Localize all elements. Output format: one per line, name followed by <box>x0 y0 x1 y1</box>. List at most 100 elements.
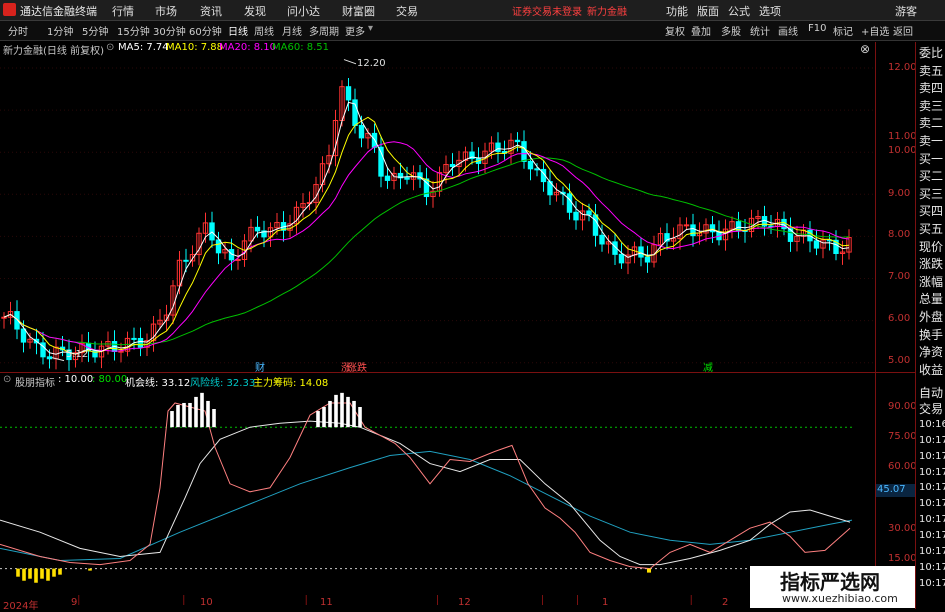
candle-body <box>514 139 521 143</box>
histogram-bar <box>316 411 320 428</box>
candle-body <box>683 224 690 227</box>
low-signal-bar <box>28 568 32 579</box>
candle-body <box>813 240 820 249</box>
panel-item: 买三 <box>919 186 944 201</box>
panel-time-item: 10:17 <box>919 561 945 573</box>
candle-body <box>345 86 352 101</box>
low-signal-bar <box>16 568 20 577</box>
panel-item: 卖二 <box>919 116 944 131</box>
panel-time-item: 10:17 <box>919 450 945 462</box>
panel-item: 换手 <box>919 327 944 342</box>
panel-item: 买一 <box>919 151 944 166</box>
price-tick: 10.00 <box>888 145 917 156</box>
ma10-line <box>3 116 850 355</box>
panel-time-item: 10:17 <box>919 514 945 526</box>
date-label: 2024年 <box>3 601 39 612</box>
date-label: 9 <box>71 597 78 608</box>
low-signal-bar <box>88 568 92 571</box>
indicator-tick: 60.00 <box>888 461 917 472</box>
indicator-settings-icon[interactable]: ⊙ <box>3 374 11 385</box>
indicator-name: 股朋指标 <box>15 378 55 389</box>
price-axis-line <box>875 42 876 372</box>
panel-item: 现价 <box>919 239 944 254</box>
watermark: 指标严选网 www.xuezhibiao.com <box>750 566 915 608</box>
candle-body <box>644 256 651 263</box>
candle-body <box>20 328 27 343</box>
candle-body <box>735 221 742 231</box>
jihui-label: 机会线: 33.12 <box>125 378 191 389</box>
candle-body <box>781 218 787 230</box>
candlestick-series <box>1 77 852 371</box>
signal-line <box>0 402 851 570</box>
panel-time-item: 10:17 <box>919 577 945 589</box>
histogram-bar <box>346 396 350 428</box>
panel-item: 净资 <box>919 345 944 360</box>
panel-item: 买二 <box>919 169 944 184</box>
panel-item: 买五 <box>919 222 944 236</box>
price-tick: 11.00 <box>888 131 917 142</box>
candle-body <box>404 177 410 180</box>
candle-body <box>215 239 222 254</box>
event-marker-cai[interactable]: 财 <box>255 359 265 374</box>
low-signal-bar <box>34 568 38 583</box>
panel-item: 收益 <box>919 362 944 377</box>
candle-body <box>137 337 144 348</box>
histogram-bar <box>334 394 338 428</box>
chart-canvas[interactable] <box>0 0 915 609</box>
event-marker-zhangdie[interactable]: 涨跌 <box>347 359 367 374</box>
indicator-tick: 75.00 <box>888 431 917 442</box>
high-marker-line <box>343 59 357 65</box>
high-price-label: 12.20 <box>357 58 386 69</box>
candle-body <box>690 224 696 237</box>
candle-body <box>521 141 527 162</box>
price-tick: 5.00 <box>888 355 911 366</box>
candle-body <box>384 175 391 181</box>
panel-time-item: 10:17 <box>919 498 945 510</box>
histogram-bar <box>352 400 356 428</box>
zhuli-label: 主力筹码: 14.08 <box>253 378 329 389</box>
low-signal-bar <box>46 568 50 581</box>
candle-body <box>254 226 261 232</box>
candle-body <box>495 142 501 152</box>
low-signal-bar <box>52 568 56 577</box>
indicator-tick: 90.00 <box>888 401 917 412</box>
candle-body <box>566 193 573 213</box>
panel-item: 涨跌 <box>919 257 944 272</box>
candle-body <box>527 160 534 170</box>
fengxian-label: 风险线: 32.33 <box>190 378 256 389</box>
indicator-v1: : 10.00 <box>58 374 94 385</box>
candle-body <box>183 259 189 262</box>
histogram-bar <box>358 407 362 428</box>
panel-item: 卖一 <box>919 134 944 148</box>
candle-body <box>449 164 456 168</box>
panel-item: 买四 <box>919 204 944 219</box>
histogram-bar <box>182 402 186 428</box>
price-tick: 9.00 <box>888 188 911 199</box>
panel-time-item: 10:17 <box>919 482 945 494</box>
panel-item: 委比 <box>919 46 944 60</box>
date-label: 1 <box>602 597 609 608</box>
date-label: 2 <box>722 597 729 608</box>
event-marker-jian[interactable]: 减 <box>703 359 713 374</box>
low-signal-bar <box>58 568 62 575</box>
pane-separator[interactable] <box>0 372 915 373</box>
price-tick: 12.00 <box>888 62 917 73</box>
histogram-bar <box>188 402 192 428</box>
candle-body <box>1 316 7 319</box>
panel-time-item: 10:17 <box>919 434 945 446</box>
panel-item: 卖三 <box>919 98 944 113</box>
low-signal-bar <box>647 568 651 573</box>
date-label: 12 <box>458 597 471 608</box>
histogram-bar <box>212 409 216 428</box>
panel-time-item: 10:17 <box>919 546 945 557</box>
panel-item: 涨幅 <box>919 274 944 289</box>
low-signal-bar <box>40 568 44 579</box>
date-label: 10 <box>200 597 213 608</box>
histogram-bar <box>206 400 210 428</box>
histogram-bar <box>340 392 344 428</box>
panel-time-item: 自动 <box>919 386 944 400</box>
candle-body <box>534 168 540 171</box>
panel-time-item: 10:16 <box>919 418 945 430</box>
histogram-bar <box>322 407 326 428</box>
panel-time-item: 交易 <box>919 401 944 416</box>
